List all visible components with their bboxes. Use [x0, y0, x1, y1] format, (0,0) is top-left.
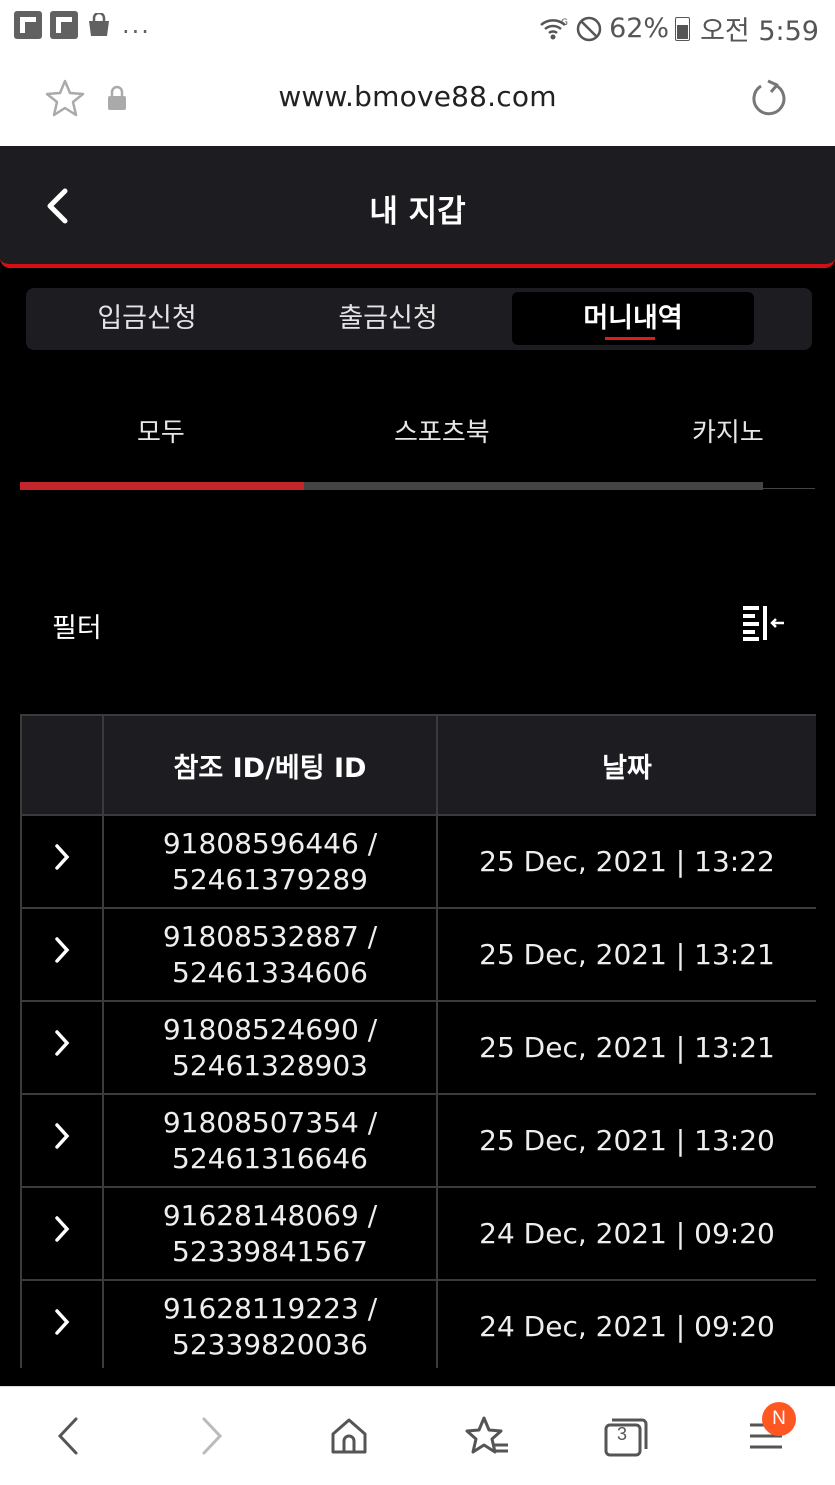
flipboard-icon	[50, 11, 78, 39]
browser-forward-icon[interactable]	[194, 1415, 228, 1457]
divider	[763, 488, 815, 489]
id-cell: 91808532887 / 52461334606	[102, 907, 438, 1002]
shopping-bag-icon	[89, 13, 109, 36]
table-row[interactable]: 91808524690 / 52461328903 25 Dec, 2021 |…	[20, 1000, 816, 1095]
wifi-icon: G	[540, 18, 568, 39]
header-expand	[20, 714, 104, 816]
id-cell: 91628148069 / 52339841567	[102, 1186, 438, 1281]
chevron-right-icon	[55, 844, 70, 870]
bet-id: 52461328903	[172, 1048, 368, 1082]
battery-icon	[675, 16, 691, 41]
date-cell: 25 Dec, 2021 | 13:22	[436, 814, 816, 909]
tab-label: 머니내역	[583, 303, 683, 334]
tab-withdraw-request[interactable]: 출금신청	[267, 292, 509, 345]
reference-id: 91628119223 /	[162, 1291, 378, 1325]
expand-row-button[interactable]	[20, 1279, 104, 1368]
money-history-table: 참조 ID/베팅 ID 날짜 91808596446 / 52461379289…	[20, 714, 816, 1368]
expand-row-button[interactable]	[20, 1186, 104, 1281]
home-icon[interactable]	[328, 1415, 370, 1457]
chevron-right-icon	[55, 1030, 70, 1056]
new-badge: N	[762, 1402, 796, 1436]
filter-label[interactable]: 필터	[52, 606, 102, 645]
tabs-count: 3	[616, 1424, 627, 1444]
table-row[interactable]: 91808532887 / 52461334606 25 Dec, 2021 |…	[20, 907, 816, 1002]
table-row[interactable]: 91628148069 / 52339841567 24 Dec, 2021 |…	[20, 1186, 816, 1281]
tab-deposit-request[interactable]: 입금신청	[26, 292, 268, 345]
do-not-disturb-icon	[576, 16, 602, 41]
browser-bottom-nav	[0, 1386, 835, 1485]
bet-id: 52461316646	[172, 1141, 368, 1175]
subtab-casino[interactable]: 카지노	[692, 412, 764, 449]
clock: 오전 5:59	[700, 16, 819, 47]
svg-text:G: G	[561, 18, 568, 28]
bookmarks-icon[interactable]	[464, 1415, 512, 1459]
subtab-sportsbook[interactable]: 스포츠북	[394, 412, 490, 449]
table-row[interactable]: 91808507354 / 52461316646 25 Dec, 2021 |…	[20, 1093, 816, 1188]
expand-row-button[interactable]	[20, 1093, 104, 1188]
chevron-right-icon	[55, 1216, 70, 1242]
expand-row-button[interactable]	[20, 1000, 104, 1095]
date-cell: 25 Dec, 2021 | 13:20	[436, 1093, 816, 1188]
bet-id: 52339820036	[172, 1327, 368, 1361]
active-tab-indicator	[605, 337, 655, 340]
bet-id: 52461334606	[172, 955, 368, 989]
reference-id: 91808524690 /	[162, 1012, 378, 1046]
header-date: 날짜	[436, 714, 816, 816]
browser-url-bar: www.bmove88.com	[0, 52, 835, 146]
bet-id: 52461379289	[172, 862, 368, 896]
id-cell: 91808596446 / 52461379289	[102, 814, 438, 909]
main-tabs: 입금신청 출금신청 머니내역	[26, 288, 812, 350]
status-bar: ... G 62% 오전 5:59	[0, 0, 835, 52]
id-cell: 91628119223 / 52339820036	[102, 1279, 438, 1368]
expand-row-button[interactable]	[20, 907, 104, 1002]
tab-label: 출금신청	[338, 303, 438, 334]
chevron-right-icon	[55, 1309, 70, 1335]
more-notifications: ...	[122, 11, 151, 39]
page-header: 내 지갑	[0, 146, 835, 268]
header-reference-bet-id: 참조 ID/베팅 ID	[102, 714, 438, 816]
subtab-active-indicator	[20, 482, 304, 490]
date-cell: 24 Dec, 2021 | 09:20	[436, 1186, 816, 1281]
tab-label: 입금신청	[97, 303, 197, 334]
date-cell: 25 Dec, 2021 | 13:21	[436, 907, 816, 1002]
page-title: 내 지갑	[369, 194, 466, 230]
filter-icon[interactable]	[741, 604, 787, 642]
reference-id: 91628148069 /	[162, 1198, 378, 1232]
date-cell: 24 Dec, 2021 | 09:20	[436, 1279, 816, 1368]
tab-money-history[interactable]: 머니내역	[512, 292, 754, 345]
table-row[interactable]: 91808596446 / 52461379289 25 Dec, 2021 |…	[20, 814, 816, 909]
bet-id: 52339841567	[172, 1234, 368, 1268]
reference-id: 91808507354 /	[162, 1105, 378, 1139]
chevron-right-icon	[55, 1123, 70, 1149]
subtab-all[interactable]: 모두	[137, 412, 185, 449]
table-row[interactable]: 91628119223 / 52339820036 24 Dec, 2021 |…	[20, 1279, 816, 1368]
id-cell: 91808507354 / 52461316646	[102, 1093, 438, 1188]
chevron-right-icon	[55, 937, 70, 963]
browser-back-icon[interactable]	[52, 1415, 86, 1457]
reload-icon[interactable]	[748, 78, 790, 120]
expand-row-button[interactable]	[20, 814, 104, 909]
reference-id: 91808532887 /	[162, 919, 378, 953]
table-header-row: 참조 ID/베팅 ID 날짜	[20, 714, 816, 816]
battery-percent: 62%	[609, 13, 670, 44]
reference-id: 91808596446 /	[162, 826, 378, 860]
flipboard-icon	[14, 11, 42, 39]
id-cell: 91808524690 / 52461328903	[102, 1000, 438, 1095]
date-cell: 25 Dec, 2021 | 13:21	[436, 1000, 816, 1095]
url-field[interactable]: www.bmove88.com	[0, 80, 835, 113]
